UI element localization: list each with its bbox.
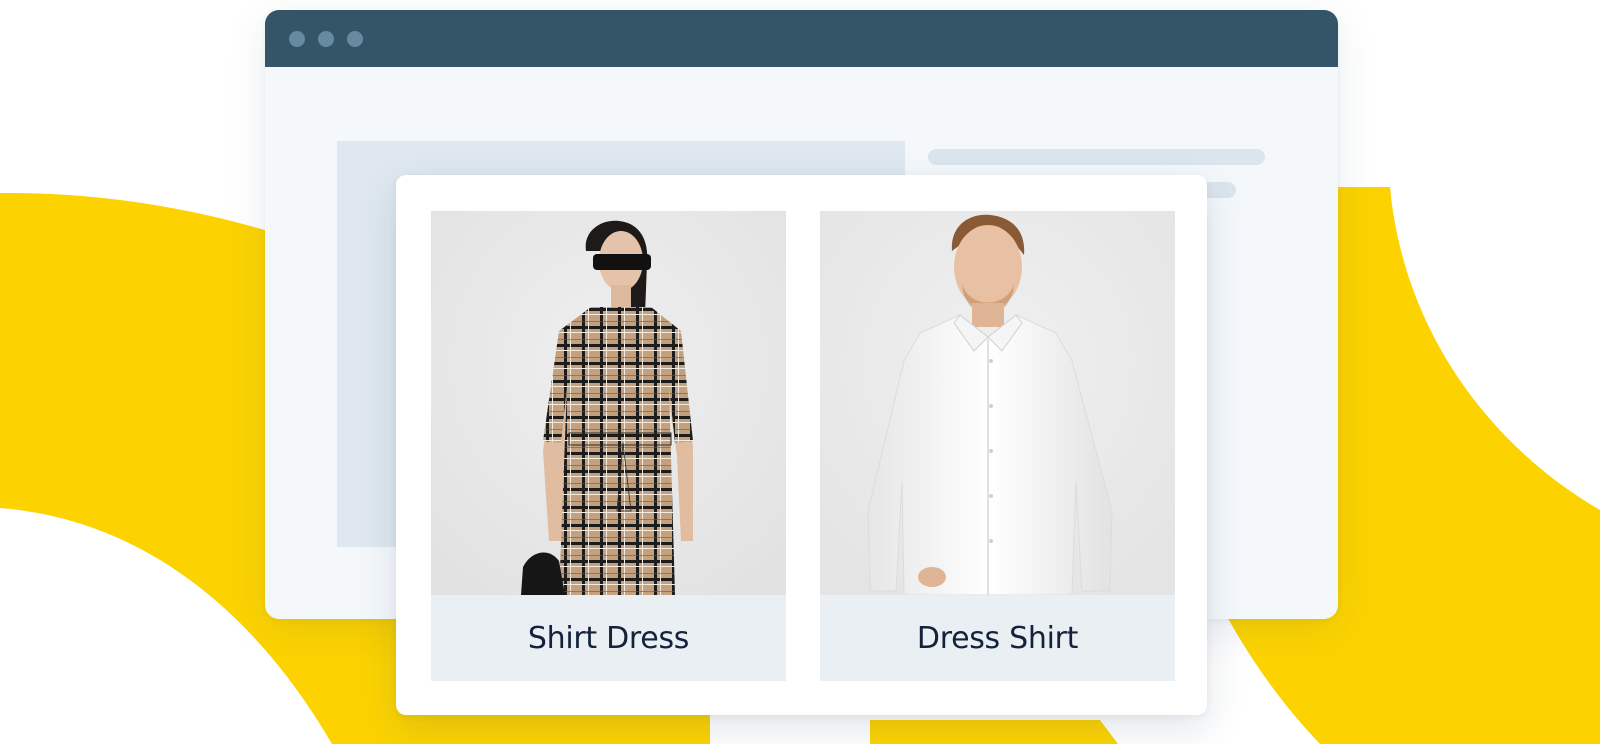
placeholder-text-line xyxy=(928,149,1265,165)
shirt-dress-photo xyxy=(431,211,786,595)
yellow-swoosh-bottom xyxy=(870,720,1118,744)
product-tile-shirt-dress[interactable]: Shirt Dress xyxy=(431,211,786,681)
product-label: Shirt Dress xyxy=(527,620,690,656)
window-dot-icon xyxy=(318,30,334,47)
product-card: Shirt Dress Dress Shirt xyxy=(396,175,1207,715)
window-dot-icon xyxy=(347,30,363,47)
dress-shirt-photo xyxy=(820,211,1175,595)
product-label: Dress Shirt xyxy=(916,620,1079,656)
window-dot-icon xyxy=(289,30,305,47)
product-tile-dress-shirt[interactable]: Dress Shirt xyxy=(820,211,1175,681)
window-titlebar xyxy=(265,10,1338,67)
